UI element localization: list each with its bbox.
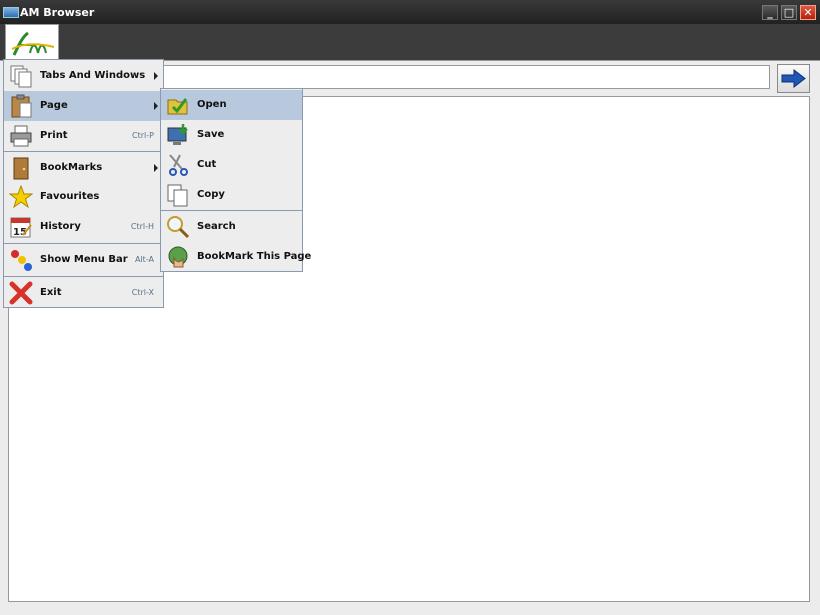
menu-item-page[interactable]: Page <box>4 91 163 121</box>
menu-item-bookmarks[interactable]: BookMarks <box>4 153 163 183</box>
logo-icon <box>11 31 55 56</box>
submenu-arrow-icon <box>154 72 158 80</box>
minimize-button[interactable]: _ <box>762 5 778 20</box>
app-icon <box>3 7 19 18</box>
close-x-icon <box>9 281 33 305</box>
submenu-item-copy[interactable]: Copy <box>161 180 302 210</box>
submenu-item-save[interactable]: Save <box>161 120 302 150</box>
star-icon <box>9 185 33 209</box>
pages-icon <box>10 65 32 88</box>
address-input[interactable] <box>160 65 770 89</box>
bookmark-globe-icon <box>168 246 188 268</box>
main-menu: Tabs And Windows Page Print Ctrl-P BookM… <box>3 59 164 308</box>
menu-separator <box>4 151 163 152</box>
arrow-right-icon <box>781 69 806 88</box>
menu-separator <box>4 243 163 244</box>
submenu-item-cut[interactable]: Cut <box>161 150 302 180</box>
close-window-button[interactable]: ✕ <box>800 5 816 20</box>
toolbar <box>0 24 820 60</box>
menu-item-history[interactable]: 15 History Ctrl-H <box>4 212 163 242</box>
clipboard-icon <box>11 94 32 118</box>
magnifier-icon <box>167 216 190 239</box>
window-title: AM Browser <box>20 6 95 19</box>
menu-item-tabs-and-windows[interactable]: Tabs And Windows <box>4 61 163 91</box>
copy-icon <box>167 184 188 207</box>
dots-icon <box>11 250 32 271</box>
page-submenu: Open Save Cut Copy Search BookMark This … <box>160 88 311 272</box>
menu-item-print[interactable]: Print Ctrl-P <box>4 121 163 151</box>
save-monitor-icon <box>167 124 188 145</box>
menu-separator <box>161 210 302 211</box>
menu-separator <box>4 276 163 277</box>
submenu-item-search[interactable]: Search <box>161 212 302 242</box>
maximize-button[interactable]: □ <box>781 5 797 20</box>
submenu-item-open[interactable]: Open <box>161 90 302 120</box>
submenu-arrow-icon <box>154 102 158 110</box>
printer-icon <box>10 125 32 147</box>
app-menu-button[interactable] <box>5 24 59 60</box>
calendar-icon: 15 <box>10 217 32 238</box>
submenu-item-bookmark-this-page[interactable]: BookMark This Page <box>161 242 311 272</box>
menu-item-favourites[interactable]: Favourites <box>4 182 163 212</box>
go-button[interactable] <box>777 64 810 93</box>
folder-check-icon <box>167 98 188 115</box>
menu-item-show-menu-bar[interactable]: Show Menu Bar Alt-A <box>4 245 163 275</box>
door-icon <box>13 157 29 180</box>
submenu-arrow-icon <box>154 164 158 172</box>
menu-item-exit[interactable]: Exit Ctrl-X <box>4 278 163 308</box>
title-bar: AM Browser _ □ ✕ <box>0 0 820 24</box>
scissors-icon <box>169 154 188 176</box>
